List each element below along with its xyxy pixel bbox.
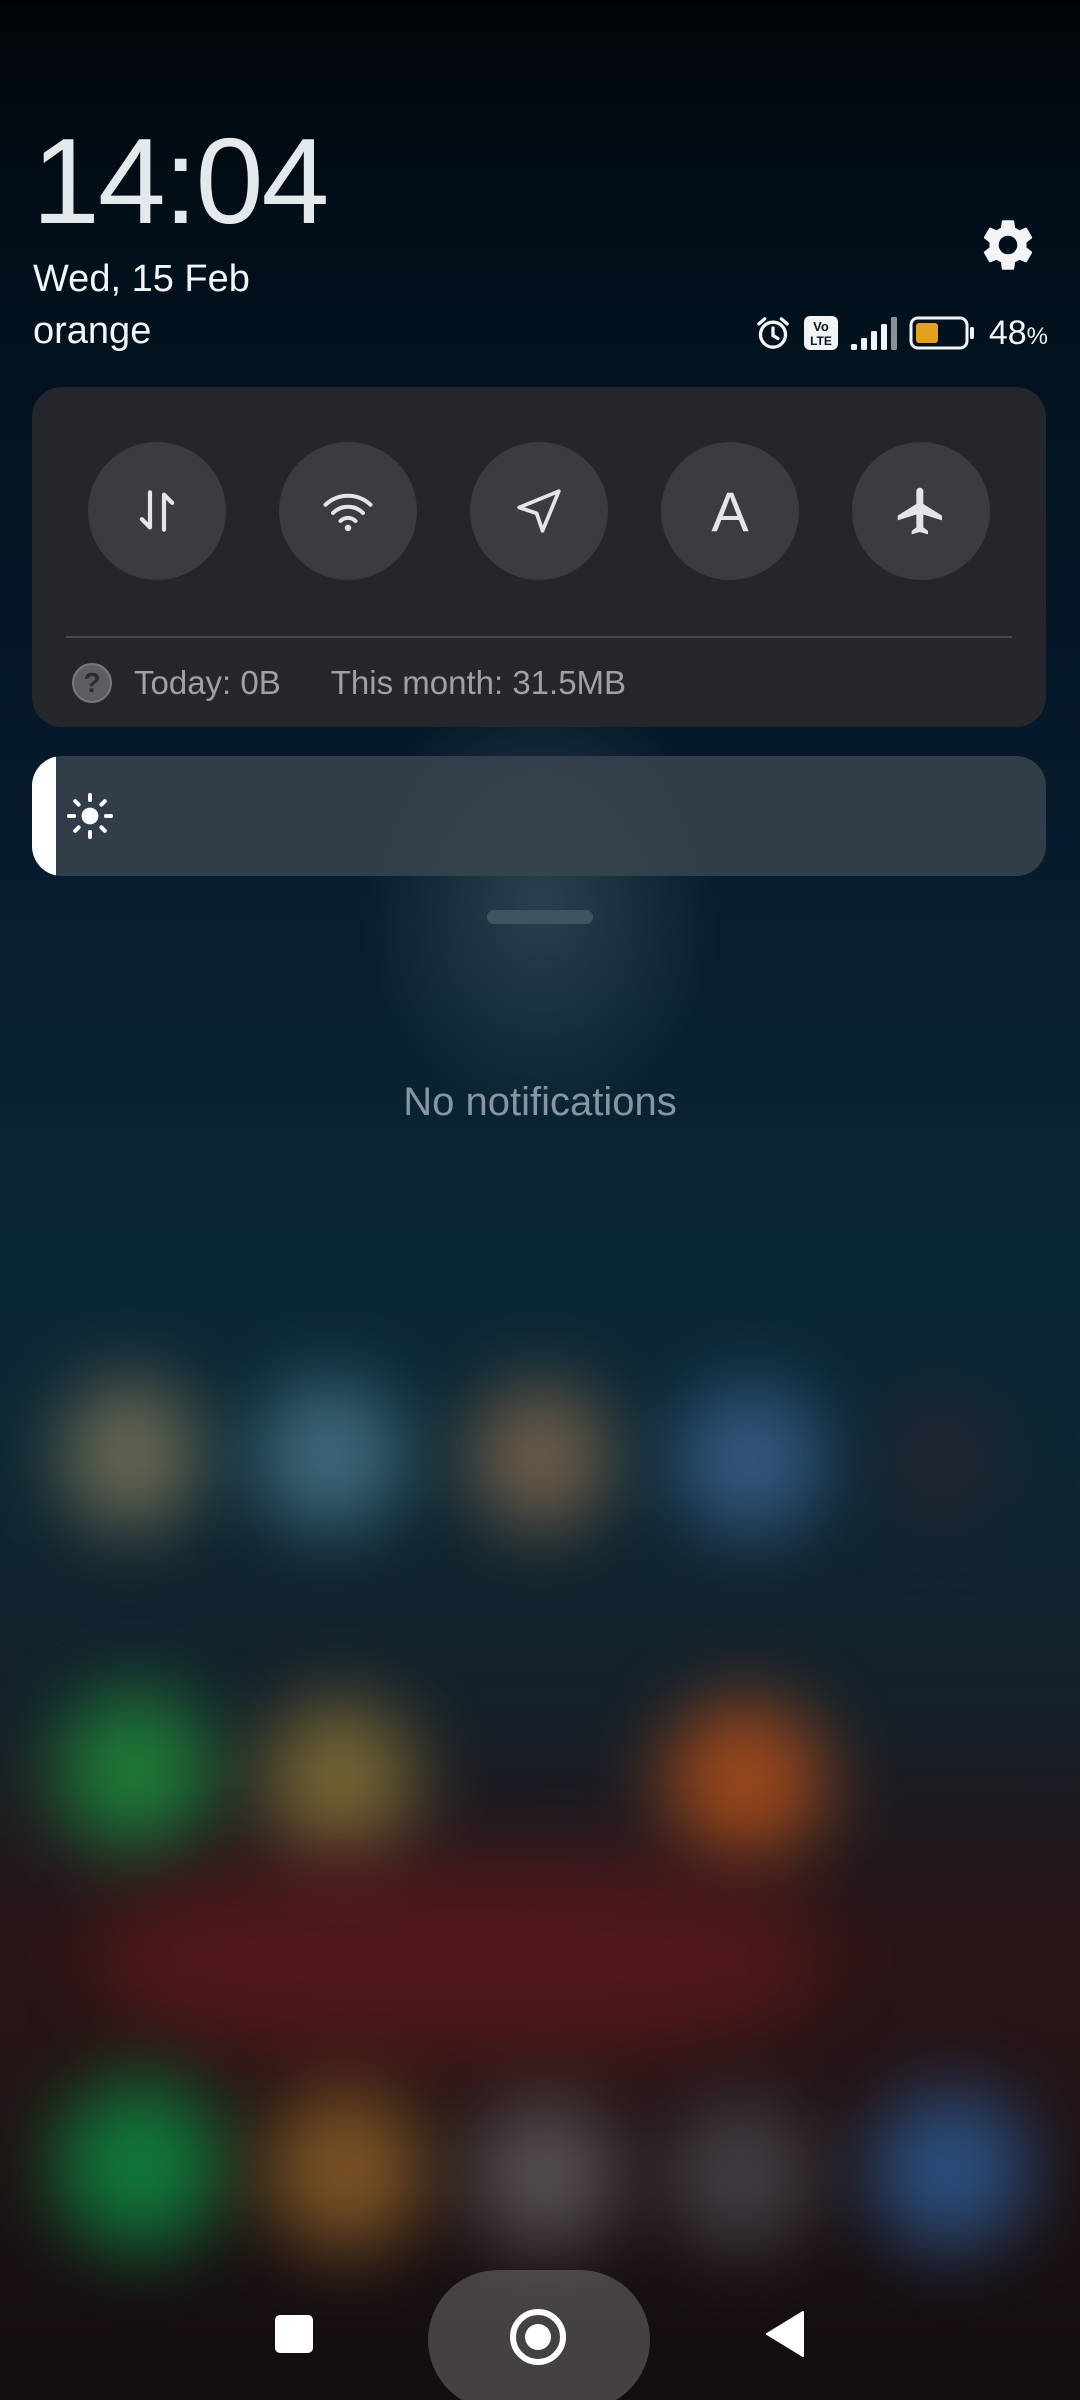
battery-icon [909, 316, 974, 350]
sun-icon [67, 793, 113, 839]
data-arrows-icon [139, 490, 175, 532]
gear-icon [983, 220, 1033, 270]
volte-icon: Vo LTE [803, 316, 838, 350]
settings-button[interactable] [977, 214, 1039, 276]
carrier-name: orange [33, 310, 152, 352]
brightness-slider[interactable] [32, 756, 1046, 876]
back-icon [766, 2311, 804, 2357]
location-toggle[interactable] [470, 442, 608, 580]
battery-percent: 48% [988, 313, 1048, 352]
wifi-toggle[interactable] [279, 442, 417, 580]
home-icon [510, 2309, 566, 2365]
airplane-icon [897, 487, 942, 535]
blurred-home-screen-background [0, 0, 1080, 2400]
status-bar: Vo LTE 48% [753, 312, 1048, 354]
panel-divider [66, 636, 1012, 638]
back-button[interactable] [763, 2309, 807, 2364]
volte-label-bottom: LTE [810, 334, 832, 348]
data-usage-today: Today: 0B [134, 664, 281, 701]
airplane-mode-toggle[interactable] [852, 442, 990, 580]
wifi-icon [323, 493, 373, 532]
location-arrow-icon [517, 489, 561, 533]
no-notifications-text: No notifications [403, 1080, 677, 1124]
brightness-slider-fill [32, 756, 56, 876]
recent-apps-icon [275, 2315, 313, 2353]
mobile-data-toggle[interactable] [88, 442, 226, 580]
help-icon: ? [72, 663, 112, 703]
shade-drag-handle[interactable] [487, 910, 593, 924]
data-usage-row[interactable]: ? Today: 0B This month: 31.5MB [72, 661, 626, 705]
letter-a-icon: A [711, 479, 749, 543]
data-usage-month: This month: 31.5MB [330, 664, 627, 701]
signal-icon [850, 317, 897, 350]
auto-brightness-toggle[interactable]: A [661, 442, 799, 580]
volte-label-top: Vo [813, 319, 829, 334]
clock[interactable]: 14:04 [32, 120, 329, 242]
date[interactable]: Wed, 15 Feb [33, 258, 250, 301]
home-button[interactable] [508, 2307, 568, 2372]
recent-apps-button[interactable] [273, 2313, 315, 2360]
alarm-icon [756, 317, 789, 349]
quick-settings-panel: A ? Today: 0B This month: 31.5MB [32, 387, 1046, 727]
